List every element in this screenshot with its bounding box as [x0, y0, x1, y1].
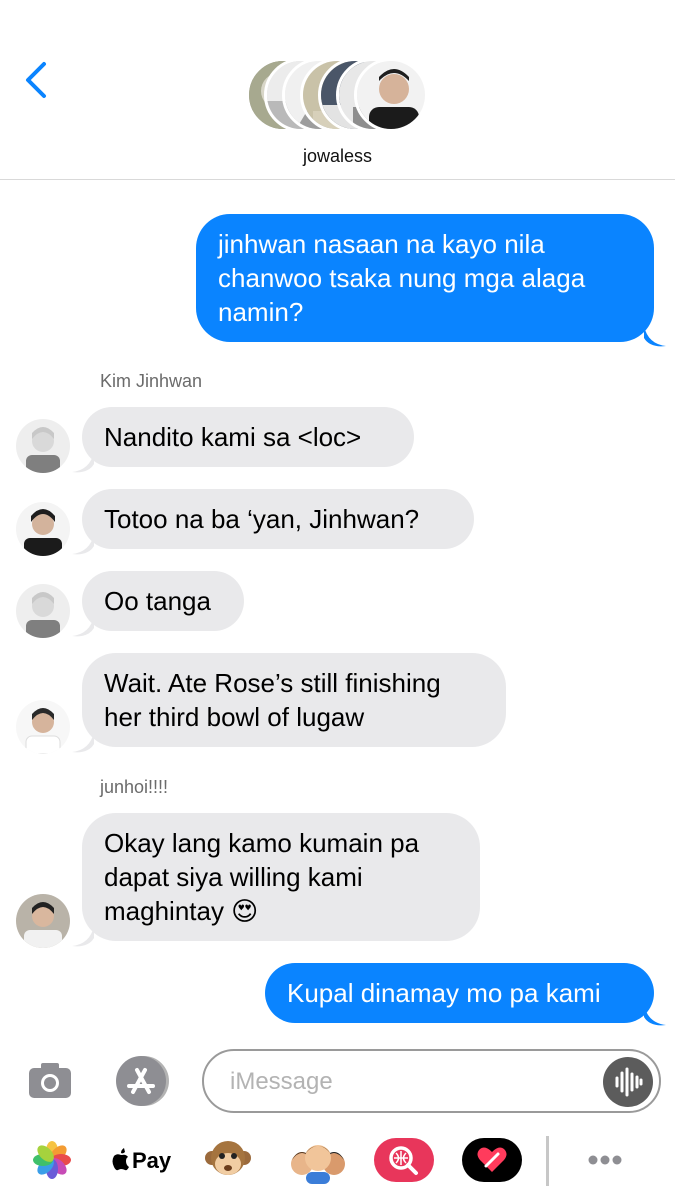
- bubble-tail: [72, 926, 94, 947]
- bubble-tail: [644, 1005, 666, 1026]
- apple-pay-button[interactable]: Pay: [110, 1136, 172, 1184]
- avatar[interactable]: [16, 584, 70, 638]
- app-store-icon: [116, 1056, 169, 1106]
- conversation-header: jowaless: [0, 0, 675, 180]
- chevron-left-icon: [26, 62, 46, 98]
- audio-message-button[interactable]: [603, 1057, 653, 1107]
- incoming-message[interactable]: Totoo na ba ‘yan, Jinhwan?: [82, 489, 474, 549]
- message-input-placeholder: iMessage: [230, 1068, 333, 1095]
- monkey-animoji-icon: [205, 1141, 251, 1175]
- animoji-button[interactable]: [204, 1136, 252, 1184]
- avatar[interactable]: [16, 502, 70, 556]
- message-text: Okay lang kamo kumain pa dapat siya will…: [104, 828, 420, 926]
- photos-app-button[interactable]: [32, 1136, 72, 1184]
- memoji-stickers-button[interactable]: [288, 1136, 348, 1184]
- image-search-button[interactable]: [374, 1136, 434, 1184]
- apple-pay-label: Pay: [132, 1148, 172, 1173]
- avatar[interactable]: [16, 419, 70, 473]
- more-icon: [581, 1136, 629, 1184]
- incoming-message[interactable]: Wait. Ate Rose’s still finishing her thi…: [82, 653, 506, 747]
- bubble-tail: [72, 452, 94, 473]
- sender-label: junhoi!!!!: [100, 777, 169, 797]
- avatar[interactable]: [16, 894, 70, 948]
- back-button[interactable]: [20, 58, 60, 102]
- incoming-message[interactable]: Okay lang kamo kumain pa dapat siya will…: [82, 813, 480, 941]
- bubble-tail: [72, 732, 94, 753]
- avatar: [354, 58, 428, 132]
- sender-label: Kim Jinhwan: [100, 371, 203, 391]
- apple-logo-icon: [112, 1148, 129, 1171]
- waveform-icon: [615, 1067, 643, 1097]
- memoji-stickers-icon: [291, 1145, 345, 1184]
- incoming-message[interactable]: Nandito kami sa <loc>: [82, 407, 414, 467]
- incoming-message[interactable]: Oo tanga: [82, 571, 244, 631]
- group-name[interactable]: jowaless: [0, 146, 675, 167]
- bubble-tail: [72, 534, 94, 555]
- bubble-tail: [72, 616, 94, 637]
- camera-icon: [29, 1063, 71, 1098]
- avatar[interactable]: [16, 700, 70, 754]
- app-store-button[interactable]: [113, 1054, 171, 1108]
- outgoing-message[interactable]: Kupal dinamay mo pa kami: [265, 963, 654, 1023]
- more-apps-button[interactable]: [580, 1136, 630, 1184]
- camera-button[interactable]: [26, 1058, 74, 1102]
- photos-icon: [33, 1141, 71, 1179]
- image-search-icon: [374, 1138, 434, 1182]
- group-avatar-stack[interactable]: [246, 58, 430, 132]
- digital-touch-button[interactable]: [462, 1136, 522, 1184]
- drawer-divider: [546, 1136, 549, 1186]
- bubble-tail: [644, 326, 666, 347]
- message-input[interactable]: iMessage: [202, 1049, 661, 1113]
- digital-touch-icon: [462, 1138, 522, 1182]
- outgoing-message[interactable]: jinhwan nasaan na kayo nila chanwoo tsak…: [196, 214, 654, 342]
